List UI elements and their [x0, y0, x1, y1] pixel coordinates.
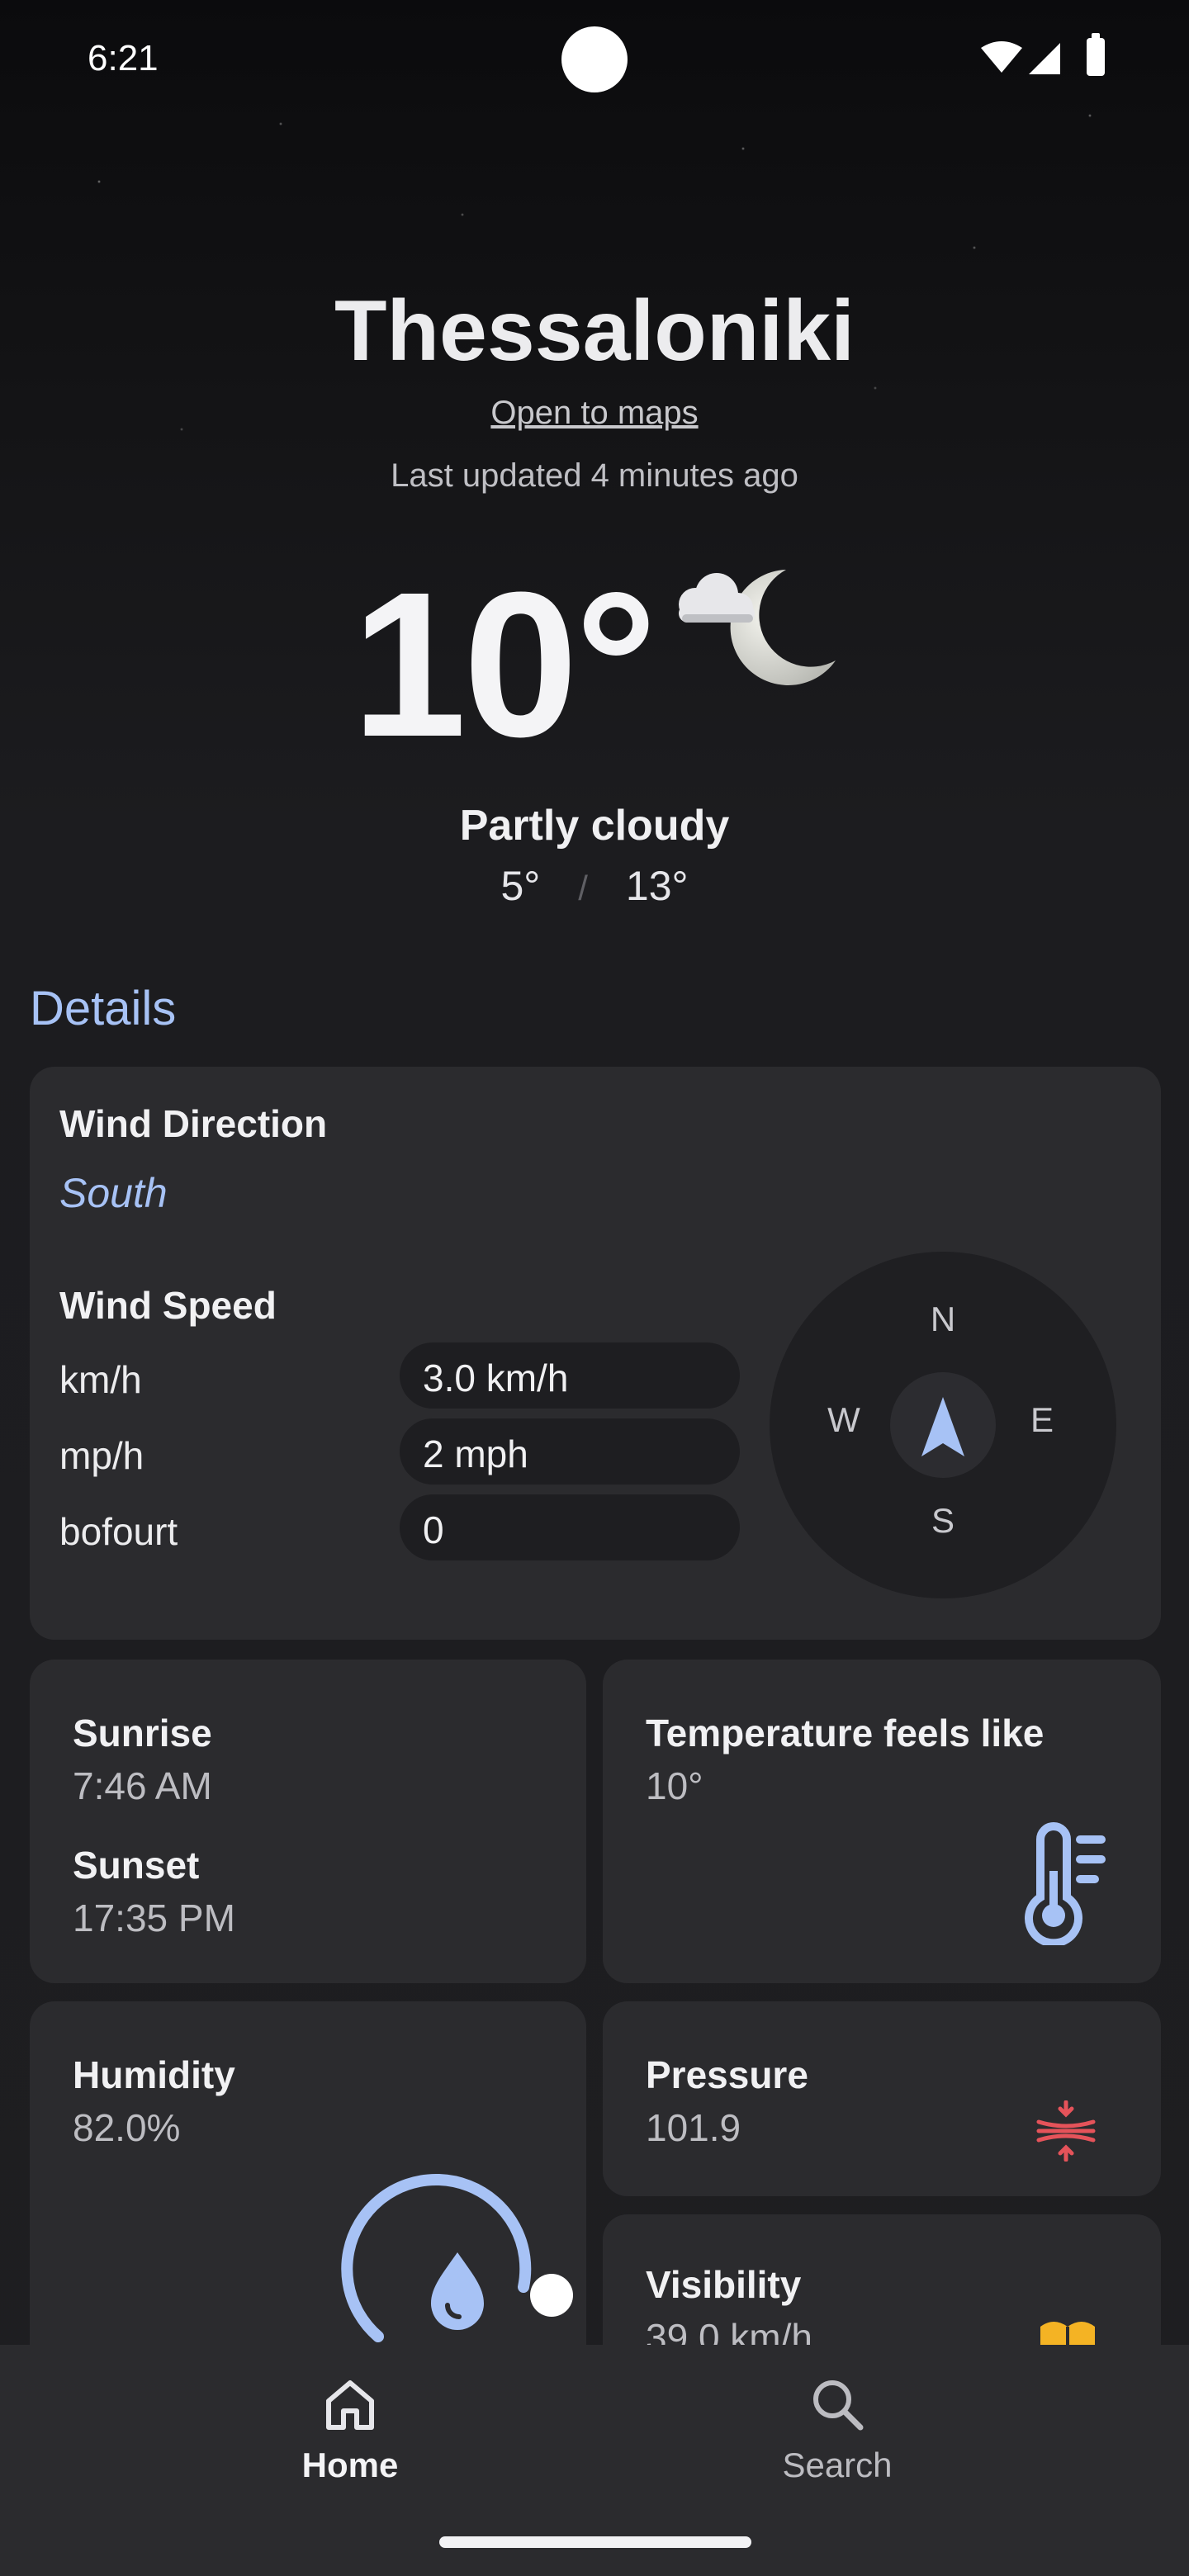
details-heading: Details: [30, 982, 177, 1035]
compass-west: W: [827, 1400, 860, 1439]
wifi-icon: [981, 41, 1022, 73]
pressure-value: 101.9: [646, 2106, 741, 2149]
max-temperature: 13°: [625, 863, 689, 909]
gesture-home-indicator[interactable]: [439, 2536, 751, 2548]
speed-unit-beaufort: bofourt: [59, 1510, 178, 1553]
home-icon: [326, 2380, 374, 2430]
compass-south: S: [931, 1501, 955, 1540]
visibility-title: Visibility: [646, 2263, 802, 2306]
open-maps-link[interactable]: Open to maps: [0, 395, 1189, 432]
cloud-moon-icon: [679, 570, 836, 685]
min-max-temperature: 5° / 13°: [0, 862, 1189, 910]
speed-value-mph: 2 mph: [400, 1418, 740, 1485]
signal-icon: [1029, 43, 1060, 74]
sunrise-value: 7:46 AM: [73, 1764, 212, 1807]
last-updated-text: Last updated 4 minutes ago: [391, 457, 798, 494]
nav-home[interactable]: Home: [251, 2375, 449, 2507]
feels-like-value: 10°: [646, 1764, 703, 1807]
sunrise-title: Sunrise: [73, 1712, 212, 1754]
status-bar: 6:21: [0, 0, 1189, 116]
search-icon: [813, 2380, 864, 2431]
speed-value-beaufort: 0: [400, 1494, 740, 1560]
wind-compass: N E S W: [770, 1252, 1116, 1598]
pressure-card: Pressure 101.9: [603, 2001, 1161, 2196]
sunset-title: Sunset: [73, 1844, 200, 1887]
wind-direction-value: South: [59, 1170, 168, 1216]
camera-cutout: [561, 26, 628, 92]
min-temperature: 5°: [500, 863, 541, 909]
feels-like-title: Temperature feels like: [646, 1712, 1045, 1754]
speed-value-text: 3.0 km/h: [423, 1357, 569, 1399]
compass-east: E: [1030, 1400, 1054, 1439]
nav-home-label: Home: [301, 2446, 399, 2484]
speed-unit-mph: mp/h: [59, 1434, 144, 1477]
battery-icon: [1087, 33, 1105, 76]
wind-direction-title: Wind Direction: [59, 1102, 328, 1145]
status-time: 6:21: [88, 38, 159, 78]
humidity-title: Humidity: [73, 2053, 235, 2096]
humidity-value: 82.0%: [73, 2106, 181, 2149]
current-temperature: 10°: [352, 549, 657, 779]
compass-center: [890, 1372, 996, 1478]
sunset-value: 17:35 PM: [73, 1896, 235, 1939]
pressure-title: Pressure: [646, 2053, 808, 2096]
speed-value-kmh: 3.0 km/h: [400, 1342, 740, 1409]
min-max-separator: /: [578, 869, 588, 907]
compass-north: N: [930, 1300, 956, 1338]
wind-speed-title: Wind Speed: [59, 1284, 277, 1327]
bottom-navigation: Home Search: [0, 2345, 1189, 2576]
feels-like-card: Temperature feels like 10°: [603, 1660, 1161, 1983]
city-name: Thessaloniki: [334, 283, 855, 379]
navigation-arrow-icon: [921, 1397, 964, 1456]
nav-search-label: Search: [782, 2446, 893, 2484]
thermometer-icon: [1025, 1822, 1106, 1945]
compress-icon: [1036, 2100, 1096, 2162]
nav-search[interactable]: Search: [738, 2375, 936, 2507]
speed-value-text: 2 mph: [423, 1432, 528, 1475]
speed-value-text: 0: [423, 1508, 444, 1551]
wind-card: Wind Direction South Wind Speed km/h 3.0…: [30, 1067, 1161, 1640]
weather-condition: Partly cloudy: [459, 802, 730, 850]
speed-unit-kmh: km/h: [59, 1358, 142, 1401]
sun-card: Sunrise 7:46 AM Sunset 17:35 PM: [30, 1660, 586, 1983]
